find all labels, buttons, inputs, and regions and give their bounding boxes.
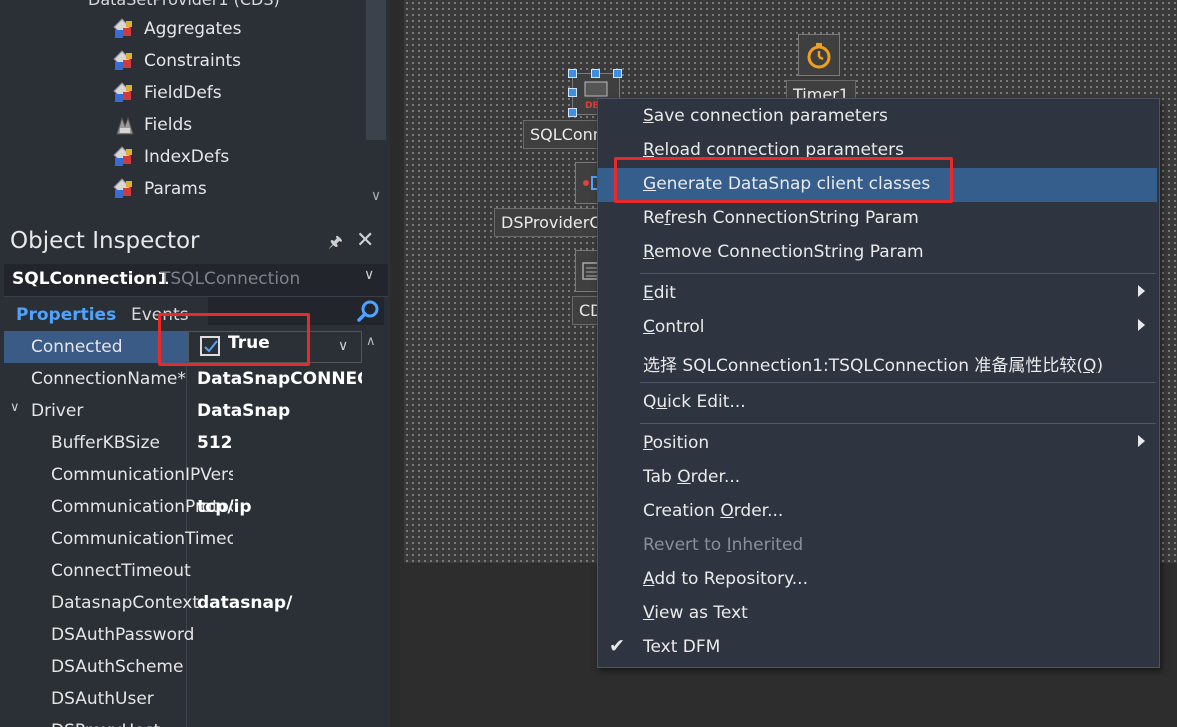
scroll-up-icon[interactable]: ∧ <box>366 334 376 349</box>
menu-separator <box>640 273 1156 274</box>
property-row-connecttimeout[interactable]: ConnectTimeout <box>4 555 362 587</box>
submenu-arrow-icon <box>1138 285 1145 297</box>
annotation-box <box>614 157 953 203</box>
expand-chevron-icon[interactable]: ∨ <box>10 400 20 415</box>
selection-handle[interactable] <box>613 69 622 78</box>
panel-title: Object Inspector <box>10 228 200 254</box>
menu-item-control[interactable]: Control <box>598 311 1157 345</box>
timer-icon <box>807 43 831 69</box>
menu-item-quick-edit[interactable]: Quick Edit... <box>598 386 1157 420</box>
close-icon[interactable]: ✕ <box>356 228 374 253</box>
tree-item-label: Aggregates <box>144 19 242 39</box>
menu-item-save-connection-parameters[interactable]: Save connection parameters <box>598 100 1157 134</box>
component-name: SQLConnection1 <box>12 269 170 289</box>
property-value[interactable] <box>197 651 362 683</box>
menu-separator <box>640 423 1156 424</box>
property-value[interactable]: DataSnapCONNECTION <box>197 363 362 395</box>
tree-item-params[interactable]: Params <box>113 174 207 204</box>
component-type: TSQLConnection <box>160 269 301 289</box>
menu-separator <box>640 382 1156 383</box>
property-row-dsproxyhost[interactable]: DSProxyHost <box>4 715 362 727</box>
menu-item-text-dfm[interactable]: ✔ Text DFM <box>598 631 1157 665</box>
tree-item-label: IndexDefs <box>144 147 230 167</box>
chevron-down-icon[interactable]: ∨ <box>338 338 348 354</box>
property-value[interactable]: tcp/ip <box>197 491 362 523</box>
annotation-box <box>158 313 310 366</box>
selection-handle[interactable] <box>568 88 577 97</box>
tree-item-label: FieldDefs <box>144 83 222 103</box>
inspector-scrollbar[interactable] <box>364 331 388 727</box>
collection-icon <box>113 18 136 40</box>
property-name: ConnectionName* <box>31 369 186 389</box>
property-row-communicationtimeout[interactable]: CommunicationTimeout <box>4 523 362 555</box>
property-row-bufferkbsize[interactable]: BufferKBSize 512 <box>4 427 362 459</box>
property-row-dsauthuser[interactable]: DSAuthUser <box>4 683 362 715</box>
tree-item-fields[interactable]: Fields <box>114 110 192 140</box>
submenu-arrow-icon <box>1138 319 1145 331</box>
menu-item-add-to-repository[interactable]: Add to Repository... <box>598 563 1157 597</box>
pin-icon[interactable]: 🖈 <box>328 231 343 258</box>
property-row-communicationprotocol[interactable]: CommunicationProtocol tcp/ip <box>4 491 362 523</box>
menu-item-revert-to-inherited[interactable]: Revert to Inherited <box>598 529 1157 563</box>
chevron-down-icon[interactable]: ∨ <box>364 267 374 283</box>
tree-item-indexdefs[interactable]: IndexDefs <box>113 142 230 172</box>
property-value[interactable]: datasnap/ <box>197 587 362 619</box>
property-value[interactable]: 512 <box>197 427 362 459</box>
menu-item-tab-order[interactable]: Tab Order... <box>598 461 1157 495</box>
selection-handle[interactable] <box>568 108 577 117</box>
property-row-datasnapcontext[interactable]: DatasnapContext datasnap/ <box>4 587 362 619</box>
tab-properties-label[interactable]: Properties <box>16 305 116 325</box>
property-row-dsauthscheme[interactable]: DSAuthScheme <box>4 651 362 683</box>
property-name: DSProxyHost <box>4 715 233 727</box>
menu-item-select-for-compare[interactable]: 选择 SQLConnection1:TSQLConnection 准备属性比较(… <box>598 345 1157 379</box>
selection-handle[interactable] <box>568 69 577 78</box>
scroll-down-icon[interactable]: ∨ <box>362 182 390 210</box>
tree-item-dataset-provider[interactable]: DataSetProvider1 (CDS) <box>88 0 280 9</box>
tree-item-fielddefs[interactable]: FieldDefs <box>113 78 222 108</box>
property-value[interactable]: DataSnap <box>197 395 362 427</box>
menu-item-position[interactable]: Position <box>598 427 1157 461</box>
menu-item-remove-connectionstring-param[interactable]: Remove ConnectionString Param <box>598 236 1157 270</box>
tree-item-label: Params <box>144 179 207 199</box>
fields-icon <box>114 114 136 136</box>
property-value[interactable] <box>197 683 362 715</box>
collection-icon <box>113 178 136 200</box>
collection-icon <box>113 50 136 72</box>
tree-item-label: Fields <box>144 115 193 135</box>
menu-item-refresh-connectionstring-param[interactable]: Refresh ConnectionString Param <box>598 202 1157 236</box>
menu-item-creation-order[interactable]: Creation Order... <box>598 495 1157 529</box>
property-row-dsauthpassword[interactable]: DSAuthPassword <box>4 619 362 651</box>
property-value[interactable] <box>197 459 362 491</box>
collection-icon <box>113 146 136 168</box>
menu-item-edit[interactable]: Edit <box>598 277 1157 311</box>
property-row-connectionname[interactable]: ConnectionName* DataSnapCONNECTION <box>4 363 362 395</box>
search-icon[interactable] <box>356 299 380 323</box>
checkmark-icon: ✔ <box>609 635 625 657</box>
property-value[interactable] <box>197 555 362 587</box>
property-row-communicationipversion[interactable]: CommunicationIPVersion <box>4 459 362 491</box>
submenu-arrow-icon <box>1138 435 1145 447</box>
property-value[interactable] <box>197 523 362 555</box>
tree-item-aggregates[interactable]: Aggregates <box>113 14 242 44</box>
timer-component[interactable] <box>798 34 840 76</box>
property-value[interactable] <box>197 619 362 651</box>
tree-item-label: Constraints <box>144 51 241 71</box>
property-name: Driver <box>31 401 84 421</box>
collection-icon <box>113 82 136 104</box>
property-row-driver[interactable]: Driver DataSnap <box>4 395 362 427</box>
tree-item-constraints[interactable]: Constraints <box>113 46 241 76</box>
selection-handle[interactable] <box>591 69 600 78</box>
tree-scrollbar-thumb[interactable] <box>366 0 386 140</box>
menu-item-view-as-text[interactable]: View as Text <box>598 597 1157 631</box>
